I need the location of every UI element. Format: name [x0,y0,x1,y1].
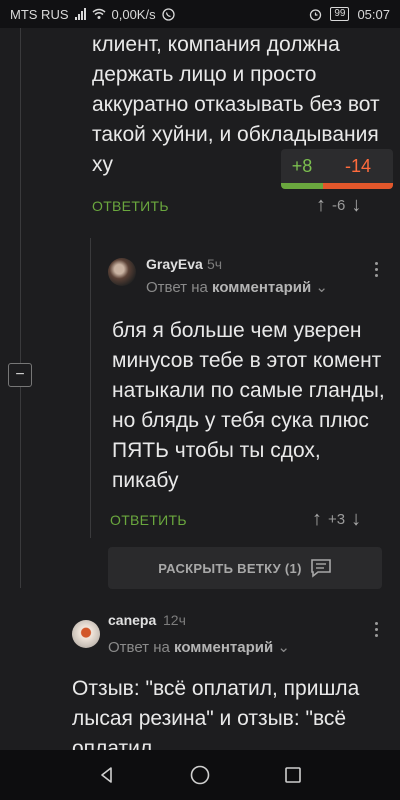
comment-time: 12ч [163,612,186,628]
more-options-icon[interactable] [371,262,381,277]
comments-icon [310,559,331,578]
back-button[interactable] [87,755,127,795]
comment-score: +3 [328,511,346,528]
comment-vote: ↑ -6 ↓ [316,194,361,217]
expand-thread-label: РАСКРЫТЬ ВЕТКУ (1) [158,560,302,576]
rating-minus: -14 [344,155,371,176]
viber-icon [161,7,175,21]
reply-button[interactable]: ОТВЕТИТЬ [92,198,169,214]
reply-to-meta[interactable]: Ответ на комментарий ⌄ [108,638,290,656]
signal-icon [74,8,86,20]
rating-plus: +8 [291,155,313,176]
battery-icon: 99 [330,7,350,21]
collapse-thread-button[interactable]: − [8,363,32,387]
system-nav-bar [0,750,400,800]
rating-popup: +8 -14 [281,149,393,189]
avatar[interactable] [72,620,100,648]
chevron-down-icon[interactable]: ⌄ [315,279,328,296]
reply-button[interactable]: ОТВЕТИТЬ [110,512,187,528]
back-icon [100,767,112,783]
comments-feed[interactable]: − клиент, компания должна держать лицо и… [0,28,400,750]
comment-text: Отзыв: "всё оплатил, пришла лысая резина… [72,677,360,750]
reply-prefix: Ответ на [146,279,208,296]
status-bar: MTS RUS 0,00K/s 99 05:07 [0,0,400,28]
thread-line [20,28,21,588]
reply-target[interactable]: комментарий [174,639,273,656]
comment-text: бля я больше чем уверен минусов тебе в э… [112,319,385,492]
rating-plus-bar [281,183,323,189]
recents-icon [285,767,302,783]
rating-minus-bar [323,183,393,189]
expand-thread-button[interactable]: РАСКРЫТЬ ВЕТКУ (1) [108,547,382,589]
avatar[interactable] [108,258,136,286]
recents-button[interactable] [273,755,313,795]
upvote-icon[interactable]: ↑ [316,194,326,217]
reply-prefix: Ответ на [108,639,170,656]
comment-username[interactable]: GrayEva [146,256,203,272]
comment-vote: ↑ +3 ↓ [312,508,361,531]
network-speed: 0,00K/s [111,6,156,22]
thread-line-nested [90,238,91,538]
comment-username[interactable]: canepa [108,612,156,628]
carrier-name: MTS RUS [10,6,69,22]
clock: 05:07 [357,6,390,22]
home-icon [190,765,210,785]
downvote-icon[interactable]: ↓ [351,194,361,217]
comment-score: -6 [332,197,346,214]
more-options-icon[interactable] [371,622,381,637]
upvote-icon[interactable]: ↑ [312,508,322,531]
reply-target[interactable]: комментарий [212,279,311,296]
wifi-icon [92,8,105,19]
home-button[interactable] [180,755,220,795]
downvote-icon[interactable]: ↓ [351,508,361,531]
reply-to-meta[interactable]: Ответ на комментарий ⌄ [146,278,328,296]
chevron-down-icon[interactable]: ⌄ [277,639,290,656]
comment-time: 5ч [207,256,223,272]
alarm-icon [310,8,322,21]
